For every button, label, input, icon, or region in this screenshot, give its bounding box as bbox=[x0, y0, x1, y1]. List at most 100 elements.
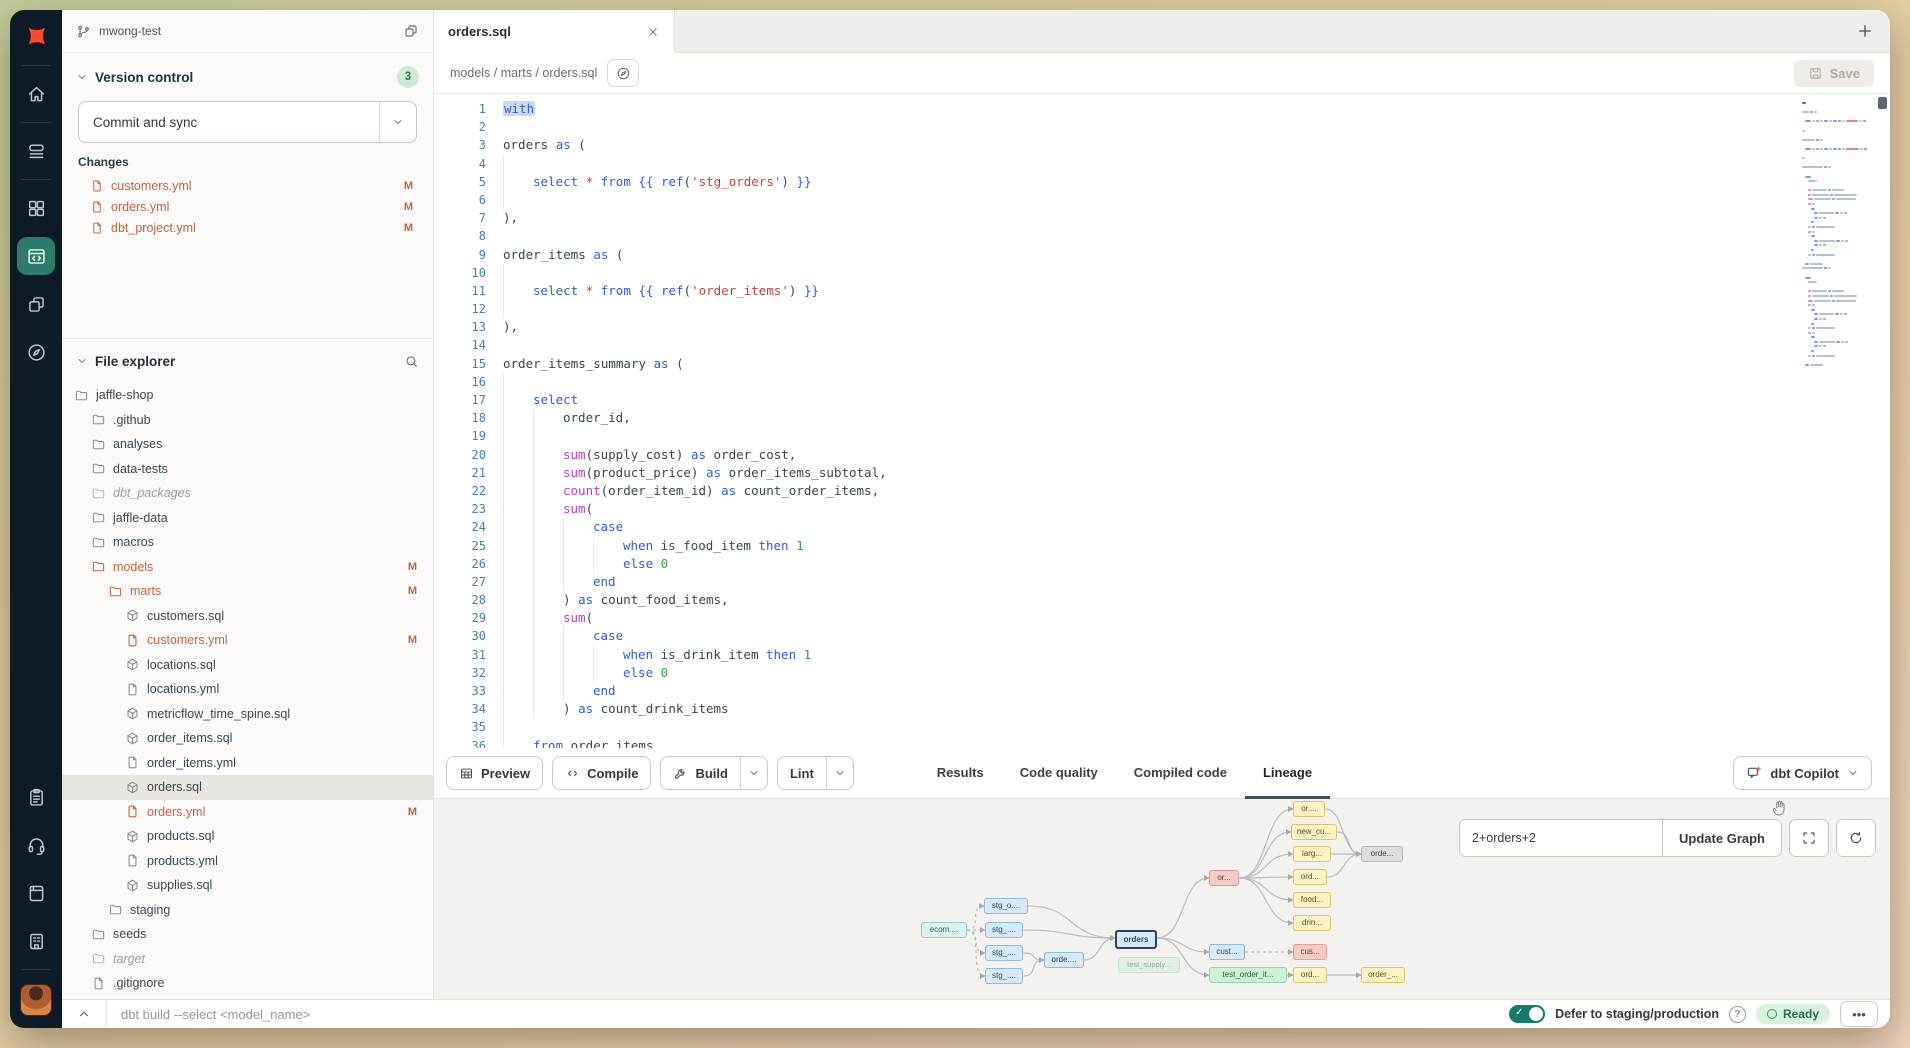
lineage-node-stg3[interactable]: stg_.... bbox=[985, 968, 1023, 984]
lineage-node-test_order[interactable]: test_order_it... bbox=[1209, 967, 1287, 983]
nav-dashboard[interactable] bbox=[17, 189, 55, 227]
editor-scrollbar[interactable] bbox=[1878, 97, 1888, 745]
scrollbar-thumb[interactable] bbox=[1878, 97, 1887, 109]
dbt-logo[interactable] bbox=[17, 18, 55, 56]
file-explorer-header[interactable]: File explorer bbox=[62, 345, 433, 377]
lint-button[interactable]: Lint bbox=[777, 756, 854, 790]
tree-item[interactable]: orders.sql bbox=[62, 775, 433, 800]
changed-file-item[interactable]: orders.ymlM bbox=[76, 196, 419, 217]
tree-item[interactable]: locations.yml bbox=[62, 677, 433, 702]
tree-item[interactable]: data-tests bbox=[62, 457, 433, 482]
nav-projects[interactable] bbox=[17, 285, 55, 323]
tree-item[interactable]: orders.ymlM bbox=[62, 800, 433, 825]
nav-shortcuts[interactable] bbox=[17, 922, 55, 960]
tree-item[interactable]: target bbox=[62, 947, 433, 972]
lint-button-options[interactable] bbox=[826, 757, 853, 789]
lineage-node-ord_y[interactable]: ord... bbox=[1293, 967, 1327, 983]
lineage-node-orders[interactable]: orders bbox=[1115, 930, 1157, 949]
lineage-node-m_ord[interactable]: ord... bbox=[1293, 869, 1327, 885]
tree-item[interactable]: analyses bbox=[62, 432, 433, 457]
command-input[interactable] bbox=[107, 1007, 1509, 1022]
defer-toggle[interactable]: ✓ bbox=[1509, 1005, 1545, 1023]
copy-branch-icon[interactable] bbox=[403, 23, 419, 39]
close-icon[interactable] bbox=[646, 25, 660, 39]
lineage-node-m_newcu[interactable]: new_cu... bbox=[1291, 824, 1337, 840]
tab-compiled-code[interactable]: Compiled code bbox=[1116, 748, 1245, 799]
build-button[interactable]: Build bbox=[660, 756, 768, 790]
new-tab-button[interactable] bbox=[1856, 22, 1874, 40]
lineage-filter-input[interactable] bbox=[1460, 820, 1662, 856]
lineage-node-ord_pink[interactable]: or... bbox=[1209, 870, 1239, 886]
tab-lineage[interactable]: Lineage bbox=[1245, 748, 1330, 799]
lineage-node-ecom[interactable]: ecom.... bbox=[921, 922, 967, 938]
tree-item[interactable]: jaffle-shop bbox=[62, 383, 433, 408]
tree-item[interactable]: jaffle-data bbox=[62, 506, 433, 531]
version-control-header[interactable]: Version control 3 bbox=[76, 61, 419, 93]
tree-item[interactable]: .gitignore bbox=[62, 971, 433, 996]
nav-ide[interactable] bbox=[17, 237, 55, 275]
tree-item[interactable]: metricflow_time_spine.sql bbox=[62, 702, 433, 727]
git-branch-row[interactable]: mwong-test bbox=[62, 10, 433, 53]
tree-item[interactable]: customers.sql bbox=[62, 604, 433, 629]
lineage-node-m_food[interactable]: food... bbox=[1293, 892, 1331, 908]
tree-item[interactable]: supplies.sql bbox=[62, 873, 433, 898]
tree-item[interactable]: products.sql bbox=[62, 824, 433, 849]
lineage-node-cust[interactable]: cust... bbox=[1209, 944, 1245, 960]
tab-code-quality[interactable]: Code quality bbox=[1002, 748, 1116, 799]
lineage-node-stg0[interactable]: stg_o.... bbox=[984, 898, 1028, 914]
build-button-options[interactable] bbox=[740, 757, 767, 789]
changed-file-item[interactable]: customers.ymlM bbox=[76, 175, 419, 196]
user-avatar[interactable] bbox=[20, 984, 52, 1016]
lineage-node-ord_stg[interactable]: orde.... bbox=[1044, 952, 1084, 968]
tree-item[interactable]: customers.ymlM bbox=[62, 628, 433, 653]
tree-item[interactable]: seeds bbox=[62, 922, 433, 947]
tree-item[interactable]: .github bbox=[62, 408, 433, 433]
nav-environments[interactable] bbox=[17, 132, 55, 170]
tree-item[interactable]: macros bbox=[62, 530, 433, 555]
tree-item[interactable]: staging bbox=[62, 898, 433, 923]
tree-item[interactable]: locations.sql bbox=[62, 653, 433, 678]
lineage-node-stg2[interactable]: stg_.... bbox=[985, 945, 1023, 961]
refresh-graph-button[interactable] bbox=[1836, 819, 1876, 857]
indent-guide bbox=[503, 191, 534, 209]
tab-orders-sql[interactable]: orders.sql bbox=[434, 10, 675, 53]
more-options-button[interactable]: ••• bbox=[1840, 1001, 1878, 1027]
command-bar-expand-button[interactable] bbox=[62, 1000, 107, 1028]
changed-file-item[interactable]: dbt_project.ymlM bbox=[76, 217, 419, 238]
code-editor[interactable]: 1with23orders as (45select * from {{ ref… bbox=[434, 94, 1890, 748]
lineage-node-m_larg[interactable]: larg... bbox=[1293, 846, 1331, 862]
compile-button[interactable]: Compile bbox=[552, 756, 651, 790]
lineage-node-m_drin[interactable]: drin... bbox=[1293, 915, 1331, 931]
help-icon[interactable]: ? bbox=[1729, 1006, 1746, 1023]
tree-item[interactable]: order_items.sql bbox=[62, 726, 433, 751]
explore-lineage-button[interactable] bbox=[607, 59, 639, 87]
lineage-node-order_y2[interactable]: order_... bbox=[1361, 967, 1405, 983]
dbt-copilot-button[interactable]: dbt Copilot bbox=[1733, 756, 1872, 790]
lineage-node-cus_pink[interactable]: cus... bbox=[1293, 944, 1327, 960]
fullscreen-button[interactable] bbox=[1789, 819, 1829, 857]
search-icon[interactable] bbox=[404, 354, 419, 369]
tree-item[interactable]: martsM bbox=[62, 579, 433, 604]
commit-and-sync-button[interactable]: Commit and sync bbox=[78, 101, 417, 143]
commit-options-chevron[interactable] bbox=[379, 102, 416, 142]
preview-button[interactable]: Preview bbox=[446, 756, 543, 790]
tab-results[interactable]: Results bbox=[919, 748, 1002, 799]
indent-guide bbox=[593, 646, 624, 664]
tree-item[interactable]: modelsM bbox=[62, 555, 433, 580]
nav-explore[interactable] bbox=[17, 333, 55, 371]
line-number: 23 bbox=[434, 500, 503, 518]
nav-docs[interactable] bbox=[17, 874, 55, 912]
lineage-node-stg1[interactable]: stg_.... bbox=[985, 922, 1023, 938]
nav-support[interactable] bbox=[17, 826, 55, 864]
minimap[interactable] bbox=[1802, 102, 1872, 368]
tree-item[interactable]: products.yml bbox=[62, 849, 433, 874]
lineage-node-m_or[interactable]: or.... bbox=[1293, 801, 1325, 817]
update-graph-button[interactable]: Update Graph bbox=[1662, 820, 1781, 856]
tree-item[interactable]: dbt_packages bbox=[62, 481, 433, 506]
save-button[interactable]: Save bbox=[1794, 60, 1874, 87]
nav-changelog[interactable] bbox=[17, 778, 55, 816]
lineage-node-test_supply[interactable]: test_supply... bbox=[1118, 957, 1180, 973]
tree-item[interactable]: order_items.yml bbox=[62, 751, 433, 776]
nav-home[interactable] bbox=[17, 75, 55, 113]
lineage-node-orde_gray[interactable]: orde... bbox=[1361, 846, 1403, 862]
